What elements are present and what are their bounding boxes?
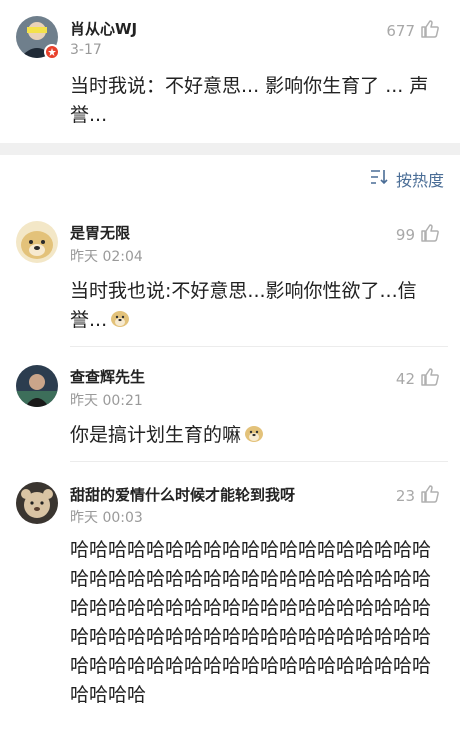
like-button[interactable]: 99 [396,223,440,247]
sort-icon [370,169,390,189]
doge-emoji-icon [109,307,131,338]
like-count: 42 [395,370,415,388]
thumbs-up-icon [420,367,440,391]
verified-badge-icon [44,44,60,60]
avatar[interactable] [16,221,58,263]
like-count: 23 [395,487,415,505]
comment-divider [70,346,448,347]
comment-divider [70,461,448,462]
username[interactable]: 是胃无限 [70,222,130,243]
comment-body: 你是搞计划生育的嘛 [70,424,242,446]
comment-text: 当时我说：不好意思... 影响你生育了 ... 声誉... [70,75,429,126]
sort-label: 按热度 [395,171,444,190]
comment-text: 当时我也说:不好意思...影响你性欲了...信誉... [70,277,440,338]
like-count: 99 [395,226,415,244]
like-button[interactable]: 677 [386,19,440,43]
username[interactable]: 甜甜的爱情什么时候才能轮到我呀 [70,484,295,505]
avatar[interactable] [16,482,58,524]
username[interactable]: 肖从心WJ [70,18,137,39]
thumbs-up-icon [420,484,440,508]
comment-time: 3-17 [70,42,102,58]
section-divider [0,143,460,155]
sort-bar: 按热度 [0,155,460,203]
comment-time: 昨天 02:04 [70,249,143,265]
like-button[interactable]: 23 [396,484,440,508]
thumbs-up-icon [420,19,440,43]
comment-text: 你是搞计划生育的嘛 [70,421,440,453]
pinned-comment: 肖从心WJ 3-17 677 当时我说：不好意思... 影响你生育了 ... 声… [0,0,460,143]
doge-emoji-icon [243,422,265,453]
comment-time: 昨天 00:03 [70,510,143,526]
like-button[interactable]: 42 [396,367,440,391]
comment-text: 哈哈哈哈哈哈哈哈哈哈哈哈哈哈哈哈哈哈哈哈哈哈哈哈哈哈哈哈哈哈哈哈哈哈哈哈哈哈哈哈… [70,539,432,706]
sort-by-hot-button[interactable]: 按热度 [370,167,444,191]
username[interactable]: 查查辉先生 [70,366,145,387]
avatar[interactable] [16,365,58,407]
thumbs-up-icon [420,223,440,247]
like-count: 677 [386,22,415,40]
comment-time: 昨天 00:21 [70,393,143,409]
